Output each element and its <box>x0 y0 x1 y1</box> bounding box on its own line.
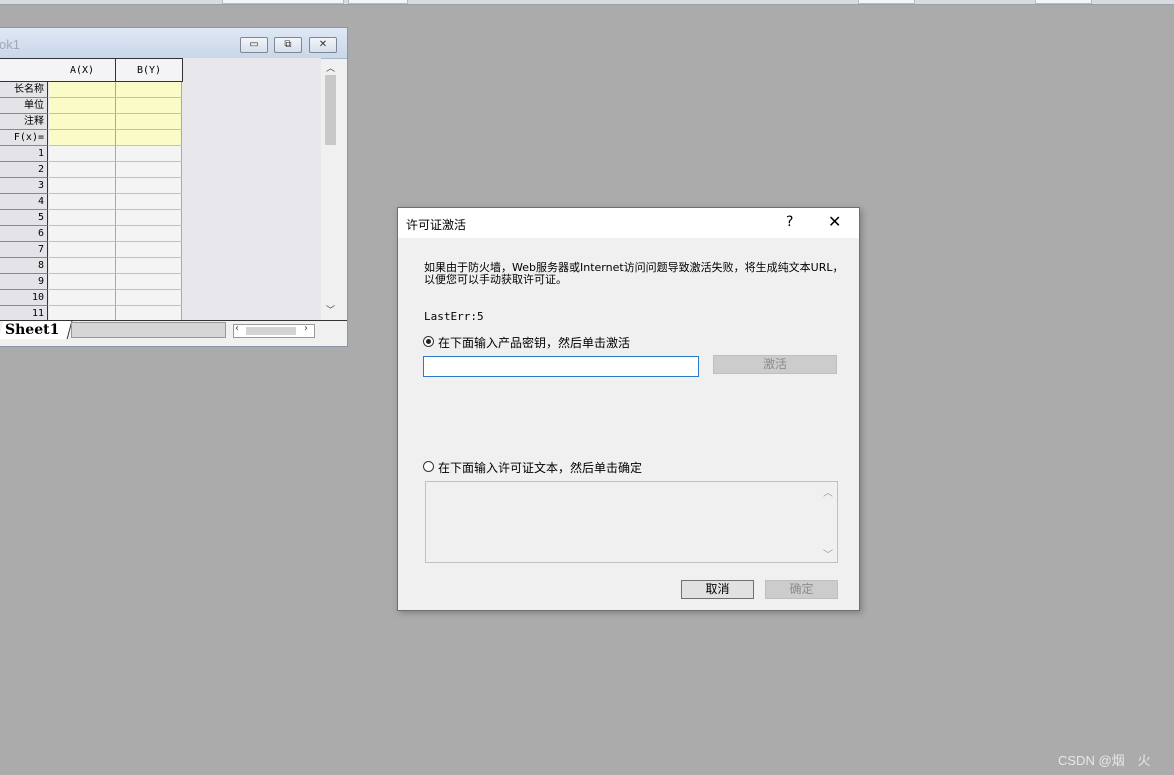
row-header[interactable]: 5 <box>0 210 48 226</box>
worksheet-grid[interactable]: A(X) B(Y) 长名称 单位 注释 F(x)= 1 2 3 4 5 6 7 8 9 10 11 <box>0 58 321 320</box>
table-cell[interactable] <box>116 210 182 226</box>
ok-button[interactable]: 确定 <box>765 580 838 599</box>
watermark: CSDN @烟 火 <box>1058 753 1151 768</box>
table-cell[interactable] <box>49 98 116 114</box>
table-cell[interactable] <box>116 274 182 290</box>
close-button[interactable]: ✕ <box>309 37 337 53</box>
horizontal-scroll-thumb[interactable] <box>246 327 296 335</box>
license-text-area[interactable]: ︿ ﹀ <box>425 481 838 563</box>
vertical-scrollbar[interactable]: ︿ ﹀ <box>322 59 339 321</box>
row-header[interactable]: 9 <box>0 274 48 290</box>
help-button[interactable]: ? <box>786 214 793 230</box>
table-cell[interactable] <box>49 274 116 290</box>
table-cell[interactable] <box>116 130 182 146</box>
table-cell[interactable] <box>116 258 182 274</box>
row-header[interactable]: 7 <box>0 242 48 258</box>
horizontal-scrollbar[interactable]: ‹ › <box>233 323 315 338</box>
product-key-radio[interactable] <box>423 336 434 347</box>
scroll-down-icon[interactable]: ﹀ <box>823 546 833 561</box>
dialog-title: 许可证激活 <box>406 218 467 232</box>
column-header-b[interactable]: B(Y) <box>116 58 183 82</box>
table-cell[interactable] <box>116 290 182 306</box>
activate-button[interactable]: 激活 <box>713 355 837 374</box>
product-key-input[interactable] <box>423 356 699 377</box>
workbook-window[interactable]: ok1 ▭ ⧉ ✕ A(X) B(Y) 长名称 单位 注释 F(x)= 1 2 3 4 5 6 7 8… <box>0 27 348 347</box>
workbook-title: ok1 <box>0 37 20 52</box>
row-header[interactable]: 3 <box>0 178 48 194</box>
table-cell[interactable] <box>49 82 116 98</box>
sheet-tab-bar: Sheet1 ‹ › <box>0 320 347 341</box>
scroll-up-icon[interactable]: ︿ <box>326 61 335 74</box>
row-header[interactable]: 1 <box>0 146 48 162</box>
license-text-radio-label[interactable]: 在下面输入许可证文本，然后单击确定 <box>438 459 642 476</box>
table-cell[interactable] <box>116 146 182 162</box>
top-toolbar <box>0 0 1174 5</box>
dialog-close-button[interactable]: ✕ <box>828 212 841 231</box>
license-text-scrollbar[interactable]: ︿ ﹀ <box>820 482 837 562</box>
table-cell[interactable] <box>116 82 182 98</box>
table-cell[interactable] <box>116 194 182 210</box>
row-header[interactable]: 11 <box>0 306 48 320</box>
table-cell[interactable] <box>49 306 116 320</box>
dialog-titlebar[interactable]: 许可证激活 ? ✕ <box>398 208 859 238</box>
table-cell[interactable] <box>49 194 116 210</box>
table-cell[interactable] <box>49 162 116 178</box>
scroll-down-icon[interactable]: ﹀ <box>326 303 335 316</box>
minimize-button[interactable]: ▭ <box>240 37 268 53</box>
restore-button[interactable]: ⧉ <box>274 37 302 53</box>
table-cell[interactable] <box>116 162 182 178</box>
scroll-up-icon[interactable]: ︿ <box>823 484 833 499</box>
last-error-text: LastErr:5 <box>424 310 484 323</box>
table-cell[interactable] <box>49 290 116 306</box>
info-message: 如果由于防火墙，Web服务器或Internet访问问题导致激活失败，将生成纯文本… <box>424 261 844 286</box>
table-cell[interactable] <box>116 114 182 130</box>
row-header[interactable]: 2 <box>0 162 48 178</box>
table-cell[interactable] <box>49 258 116 274</box>
table-cell[interactable] <box>116 242 182 258</box>
table-cell[interactable] <box>49 210 116 226</box>
product-key-radio-label[interactable]: 在下面输入产品密钥，然后单击激活 <box>438 334 630 351</box>
workbook-titlebar[interactable]: ok1 ▭ ⧉ ✕ <box>0 28 347 59</box>
table-cell[interactable] <box>49 130 116 146</box>
table-cell[interactable] <box>49 242 116 258</box>
vertical-scroll-thumb[interactable] <box>325 75 336 145</box>
table-cell[interactable] <box>116 98 182 114</box>
license-text-radio[interactable] <box>423 461 434 472</box>
sheet-tab[interactable]: Sheet1 <box>5 322 59 338</box>
column-header-a[interactable]: A(X) <box>49 58 116 82</box>
row-header[interactable]: 4 <box>0 194 48 210</box>
row-header[interactable]: F(x)= <box>0 130 48 146</box>
table-cell[interactable] <box>49 114 116 130</box>
license-activation-dialog[interactable]: 许可证激活 ? ✕ 如果由于防火墙，Web服务器或Internet访问问题导致激… <box>397 207 860 611</box>
table-cell[interactable] <box>49 178 116 194</box>
table-cell[interactable] <box>116 226 182 242</box>
row-header[interactable]: 8 <box>0 258 48 274</box>
table-cell[interactable] <box>49 146 116 162</box>
scroll-left-icon[interactable]: ‹ <box>235 323 239 334</box>
row-header[interactable]: 长名称 <box>0 82 48 98</box>
table-cell[interactable] <box>116 306 182 320</box>
row-header[interactable]: 单位 <box>0 98 48 114</box>
row-header[interactable]: 6 <box>0 226 48 242</box>
row-header[interactable]: 注释 <box>0 114 48 130</box>
corner-cell[interactable] <box>0 58 50 82</box>
cancel-button[interactable]: 取消 <box>681 580 754 599</box>
table-cell[interactable] <box>116 178 182 194</box>
scroll-right-icon[interactable]: › <box>304 323 308 334</box>
table-cell[interactable] <box>49 226 116 242</box>
row-header[interactable]: 10 <box>0 290 48 306</box>
